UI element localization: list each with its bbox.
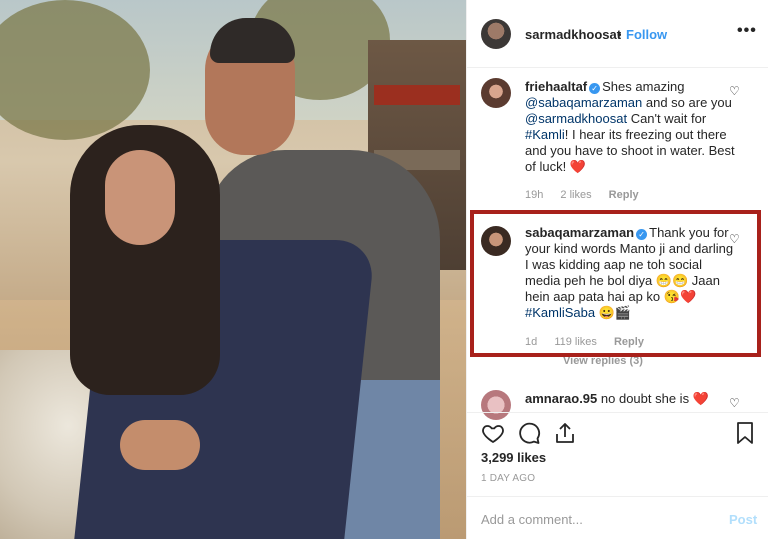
add-comment-bar: Post — [467, 496, 768, 539]
share-icon[interactable] — [553, 421, 577, 445]
comment-body: 😀🎬 — [595, 305, 632, 320]
post-photo[interactable] — [0, 0, 466, 539]
photo-shelf-box — [374, 85, 460, 105]
heart-small-icon[interactable]: ♡ — [729, 396, 740, 410]
post-panel: sarmadkhoosat • Follow ••• friehaaltaf ✓ S… — [466, 0, 768, 539]
commenter-username[interactable]: amnarao.95 — [525, 391, 597, 406]
comment-time: 1d — [525, 336, 538, 348]
verified-badge-icon: ✓ — [589, 83, 601, 94]
owner-avatar[interactable] — [481, 19, 511, 49]
post-button[interactable]: Post — [729, 512, 757, 527]
comment-icon[interactable] — [517, 421, 541, 445]
heart-outline-icon[interactable] — [481, 421, 505, 445]
comment-meta: 19h 2 likes Reply — [525, 189, 653, 201]
commenter-username[interactable]: friehaaltaf — [525, 79, 587, 94]
mention-link[interactable]: @sabaqamarzaman — [525, 95, 642, 110]
mention-link[interactable]: @sarmadkhoosat — [525, 111, 627, 126]
likes-count[interactable]: 3,299 likes — [481, 450, 546, 465]
reply-button[interactable]: Reply — [609, 189, 639, 201]
comment-body: Can't wait for — [627, 111, 707, 126]
owner-username[interactable]: sarmadkhoosat — [525, 27, 621, 42]
mention-link[interactable]: #Kamli — [525, 127, 565, 142]
commenter-avatar[interactable] — [481, 226, 511, 256]
comment-text: amnarao.95 no doubt she is ❤️ — [525, 391, 735, 407]
comment-text: sabaqamarzaman ✓ Thank you for your kind w… — [525, 225, 735, 321]
reply-button[interactable]: Reply — [614, 336, 644, 348]
photo-woman-face — [105, 150, 175, 245]
post-date: 1 DAY AGO — [481, 473, 536, 484]
action-bar — [467, 412, 768, 452]
comment-time: 19h — [525, 189, 544, 201]
heart-small-icon[interactable]: ♡ — [729, 232, 740, 246]
mention-link[interactable]: #KamliSaba — [525, 305, 595, 320]
comment-likes[interactable]: 2 likes — [560, 189, 591, 201]
view-replies-button[interactable]: View replies (3) — [563, 355, 643, 367]
comment-body: and so are you — [642, 95, 732, 110]
bookmark-icon[interactable] — [733, 421, 757, 445]
comment-text: friehaaltaf ✓ Shes amazing @sabaqamarzaman… — [525, 79, 735, 175]
follow-button[interactable]: Follow — [626, 27, 667, 42]
verified-badge-icon: ✓ — [636, 229, 648, 240]
header-separator: • — [617, 27, 622, 42]
photo-hands — [120, 420, 200, 470]
commenter-avatar[interactable] — [481, 78, 511, 108]
add-comment-input[interactable] — [481, 509, 701, 529]
post-header: sarmadkhoosat • Follow ••• — [467, 0, 768, 68]
heart-small-icon[interactable]: ♡ — [729, 84, 740, 98]
more-horizontal-icon[interactable]: ••• — [737, 22, 757, 40]
comment-body: no doubt she is ❤️ — [600, 391, 709, 406]
comment-body: Shes amazing — [602, 79, 685, 94]
commenter-username[interactable]: sabaqamarzaman — [525, 225, 634, 240]
comment-likes[interactable]: 119 likes — [554, 336, 597, 348]
comment-meta: 1d 119 likes Reply — [525, 336, 658, 348]
